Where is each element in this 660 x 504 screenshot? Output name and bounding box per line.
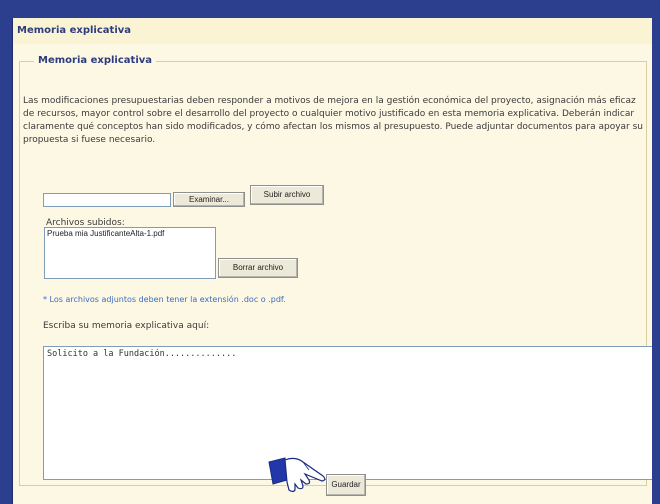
uploaded-files-list[interactable]: Prueba mia JustificanteAlta-1.pdf (44, 227, 216, 279)
browse-button[interactable]: Examinar... (173, 192, 245, 207)
file-path-input[interactable] (43, 193, 171, 207)
memo-label: Escriba su memoria explicativa aquí: (43, 321, 210, 331)
description-text: Las modificaciones presupuestarias deben… (23, 96, 643, 145)
memo-text: Solicito a la Fundación.............. (47, 349, 237, 359)
delete-file-button[interactable]: Borrar archivo (218, 258, 298, 278)
uploaded-file-item[interactable]: Prueba mia JustificanteAlta-1.pdf (45, 228, 215, 239)
attachment-note: * Los archivos adjuntos deben tener la e… (43, 295, 286, 304)
page-title: Memoria explicativa (17, 25, 132, 36)
fieldset-legend: Memoria explicativa (34, 55, 157, 66)
main-frame: Memoria explicativa Memoria explicativa … (12, 18, 652, 504)
header-bar: Memoria explicativa (13, 18, 652, 45)
pointing-hand-icon (265, 450, 335, 504)
save-button[interactable]: Guardar (326, 474, 366, 496)
upload-file-button[interactable]: Subir archivo (250, 185, 324, 205)
memo-textarea[interactable]: Solicito a la Fundación.............. ▲ … (43, 346, 652, 480)
